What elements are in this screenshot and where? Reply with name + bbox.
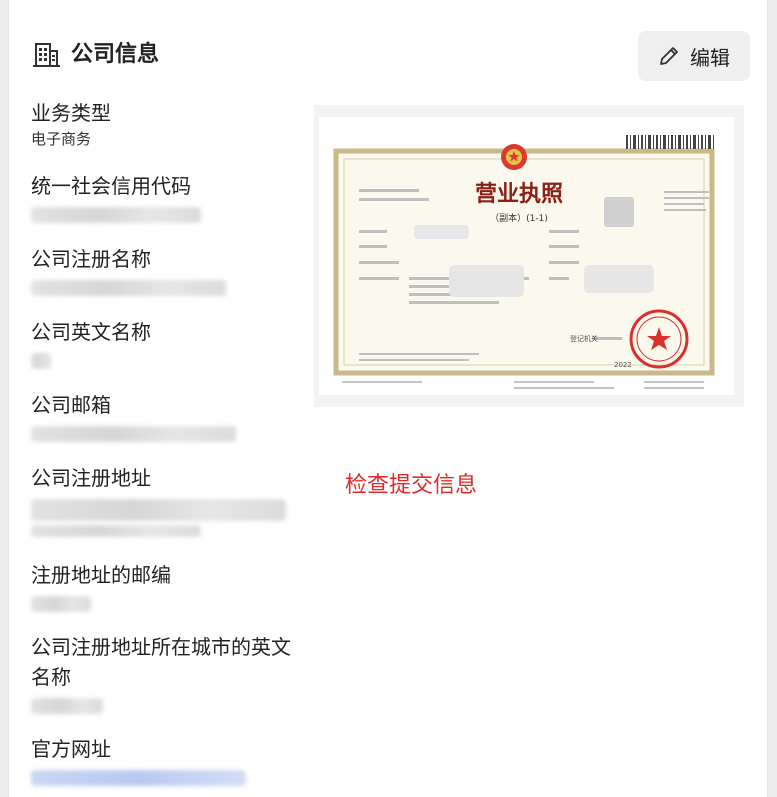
field-registered-name: 公司注册名称 [31, 244, 301, 296]
company-info-card: 公司信息 编辑 业务类型 电子商务 统一社会信用代码 公司注册名称 公司英文名称… [8, 0, 768, 797]
pencil-icon [660, 47, 678, 65]
license-title: 营业执照 [475, 181, 563, 207]
field-label: 公司注册地址 [31, 466, 151, 490]
field-label: 公司英文名称 [31, 320, 151, 344]
national-emblem-icon [501, 144, 527, 170]
field-label: 统一社会信用代码 [31, 174, 191, 198]
field-business-type: 业务类型 电子商务 [31, 98, 301, 150]
field-label: 公司邮箱 [31, 393, 111, 417]
field-label: 业务类型 [31, 101, 111, 125]
field-value: 电子商务 [31, 130, 92, 148]
redacted-value [31, 499, 286, 521]
redacted-value [31, 426, 236, 442]
field-english-name: 公司英文名称 [31, 317, 301, 369]
building-icon [33, 43, 60, 67]
license-document: 营业执照 （副本）(1-1) 2022 登记机关 [319, 117, 734, 395]
edit-button-label: 编辑 [690, 45, 730, 70]
redacted-value [31, 280, 226, 296]
redacted-value [31, 525, 201, 537]
field-city-english-name: 公司注册地址所在城市的英文名称 [31, 632, 301, 714]
license-authority: 登记机关 [570, 334, 598, 343]
field-company-email: 公司邮箱 [31, 390, 301, 442]
field-official-website: 官方网址 [31, 734, 301, 786]
redacted-link [31, 770, 246, 786]
redacted-value [31, 207, 201, 223]
redacted-value [31, 353, 51, 369]
field-postal-code: 注册地址的邮编 [31, 560, 301, 612]
license-year: 2022 [614, 361, 632, 369]
review-note: 检查提交信息 [345, 473, 478, 498]
page-title: 公司信息 [71, 42, 160, 67]
field-label: 公司注册地址所在城市的英文名称 [31, 635, 291, 689]
business-license-image[interactable]: 营业执照 （副本）(1-1) 2022 登记机关 [314, 105, 744, 407]
field-credit-code: 统一社会信用代码 [31, 171, 301, 223]
field-label: 官方网址 [31, 737, 111, 761]
redacted-value [31, 596, 91, 612]
license-subtitle: （副本）(1-1) [490, 212, 548, 224]
field-label: 公司注册名称 [31, 247, 151, 271]
edit-button[interactable]: 编辑 [638, 31, 750, 81]
field-label: 注册地址的邮编 [31, 563, 171, 587]
redacted-value [31, 698, 103, 714]
field-registered-address: 公司注册地址 [31, 463, 301, 537]
